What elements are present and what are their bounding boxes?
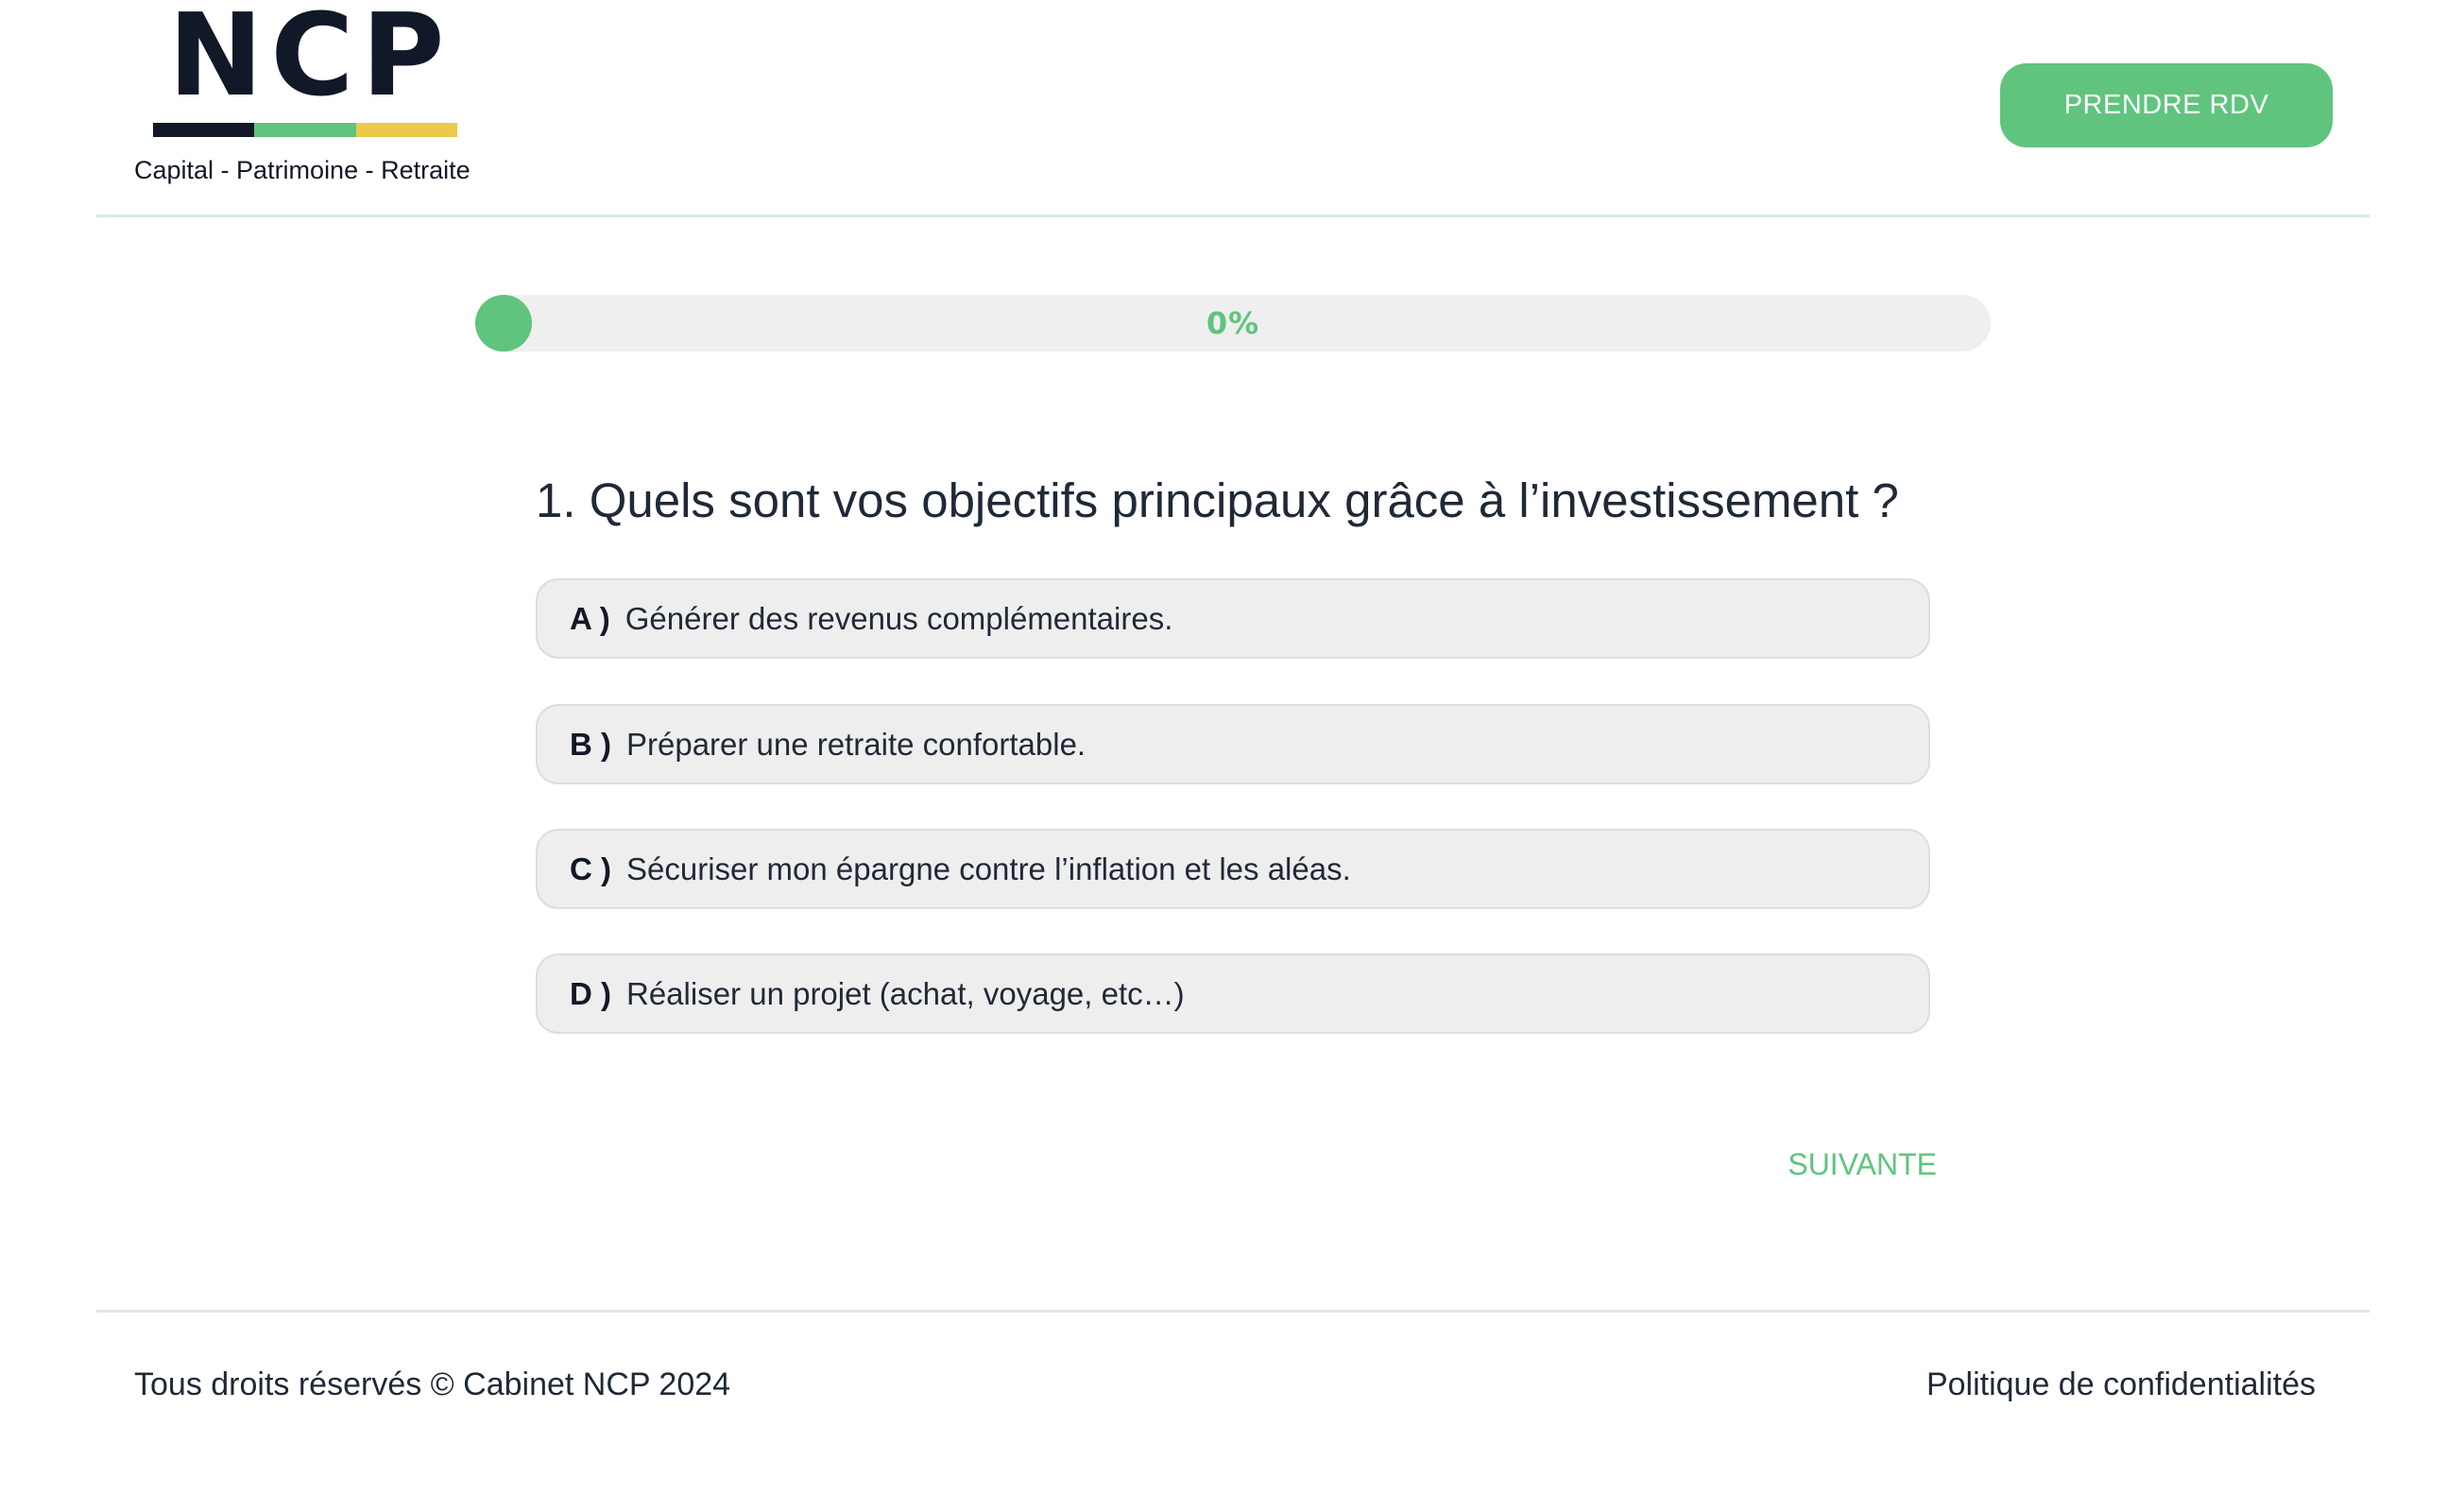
logo-color-bar xyxy=(153,123,457,137)
logo-bar-segment-1 xyxy=(153,123,255,137)
option-letter: C ) xyxy=(570,851,611,886)
logo-letters: NCP xyxy=(168,0,453,122)
answer-option-b[interactable]: B ) Préparer une retraite confortable. xyxy=(536,704,1930,784)
footer-copyright: Tous droits réservés © Cabinet NCP 2024 xyxy=(134,1366,731,1402)
logo-bar-segment-2 xyxy=(254,123,356,137)
privacy-policy-link[interactable]: Politique de confidentialités xyxy=(1926,1366,2316,1403)
ncp-logo[interactable]: NCP Capital - Patrimoine - Retraite xyxy=(134,0,484,198)
next-button[interactable]: SUIVANTE xyxy=(1776,1143,1937,1186)
option-letter: D ) xyxy=(570,975,611,1011)
header-divider xyxy=(96,215,2370,217)
question-title: 1. Quels sont vos objectifs principaux g… xyxy=(536,473,1899,527)
option-text: Générer des revenus complémentaires. xyxy=(625,600,1173,636)
answer-option-a[interactable]: A ) Générer des revenus complémentaires. xyxy=(536,578,1930,659)
option-text: Sécuriser mon épargne contre l’inflation… xyxy=(626,851,1351,886)
option-letter: A ) xyxy=(570,600,610,636)
option-text: Réaliser un projet (achat, voyage, etc…) xyxy=(626,975,1185,1011)
quiz-progress-bar: 0% xyxy=(475,295,1991,352)
logo-bar-segment-3 xyxy=(355,123,457,137)
answer-option-c[interactable]: C ) Sécuriser mon épargne contre l’infla… xyxy=(536,829,1930,909)
footer-divider xyxy=(96,1310,2370,1313)
answer-option-d[interactable]: D ) Réaliser un projet (achat, voyage, e… xyxy=(536,954,1930,1034)
progress-label: 0% xyxy=(1206,305,1260,341)
option-letter: B ) xyxy=(570,726,611,762)
option-text: Préparer une retraite confortable. xyxy=(626,726,1087,762)
book-appointment-button[interactable]: PRENDRE RDV xyxy=(2000,63,2333,147)
logo-tagline: Capital - Patrimoine - Retraite xyxy=(134,156,471,184)
